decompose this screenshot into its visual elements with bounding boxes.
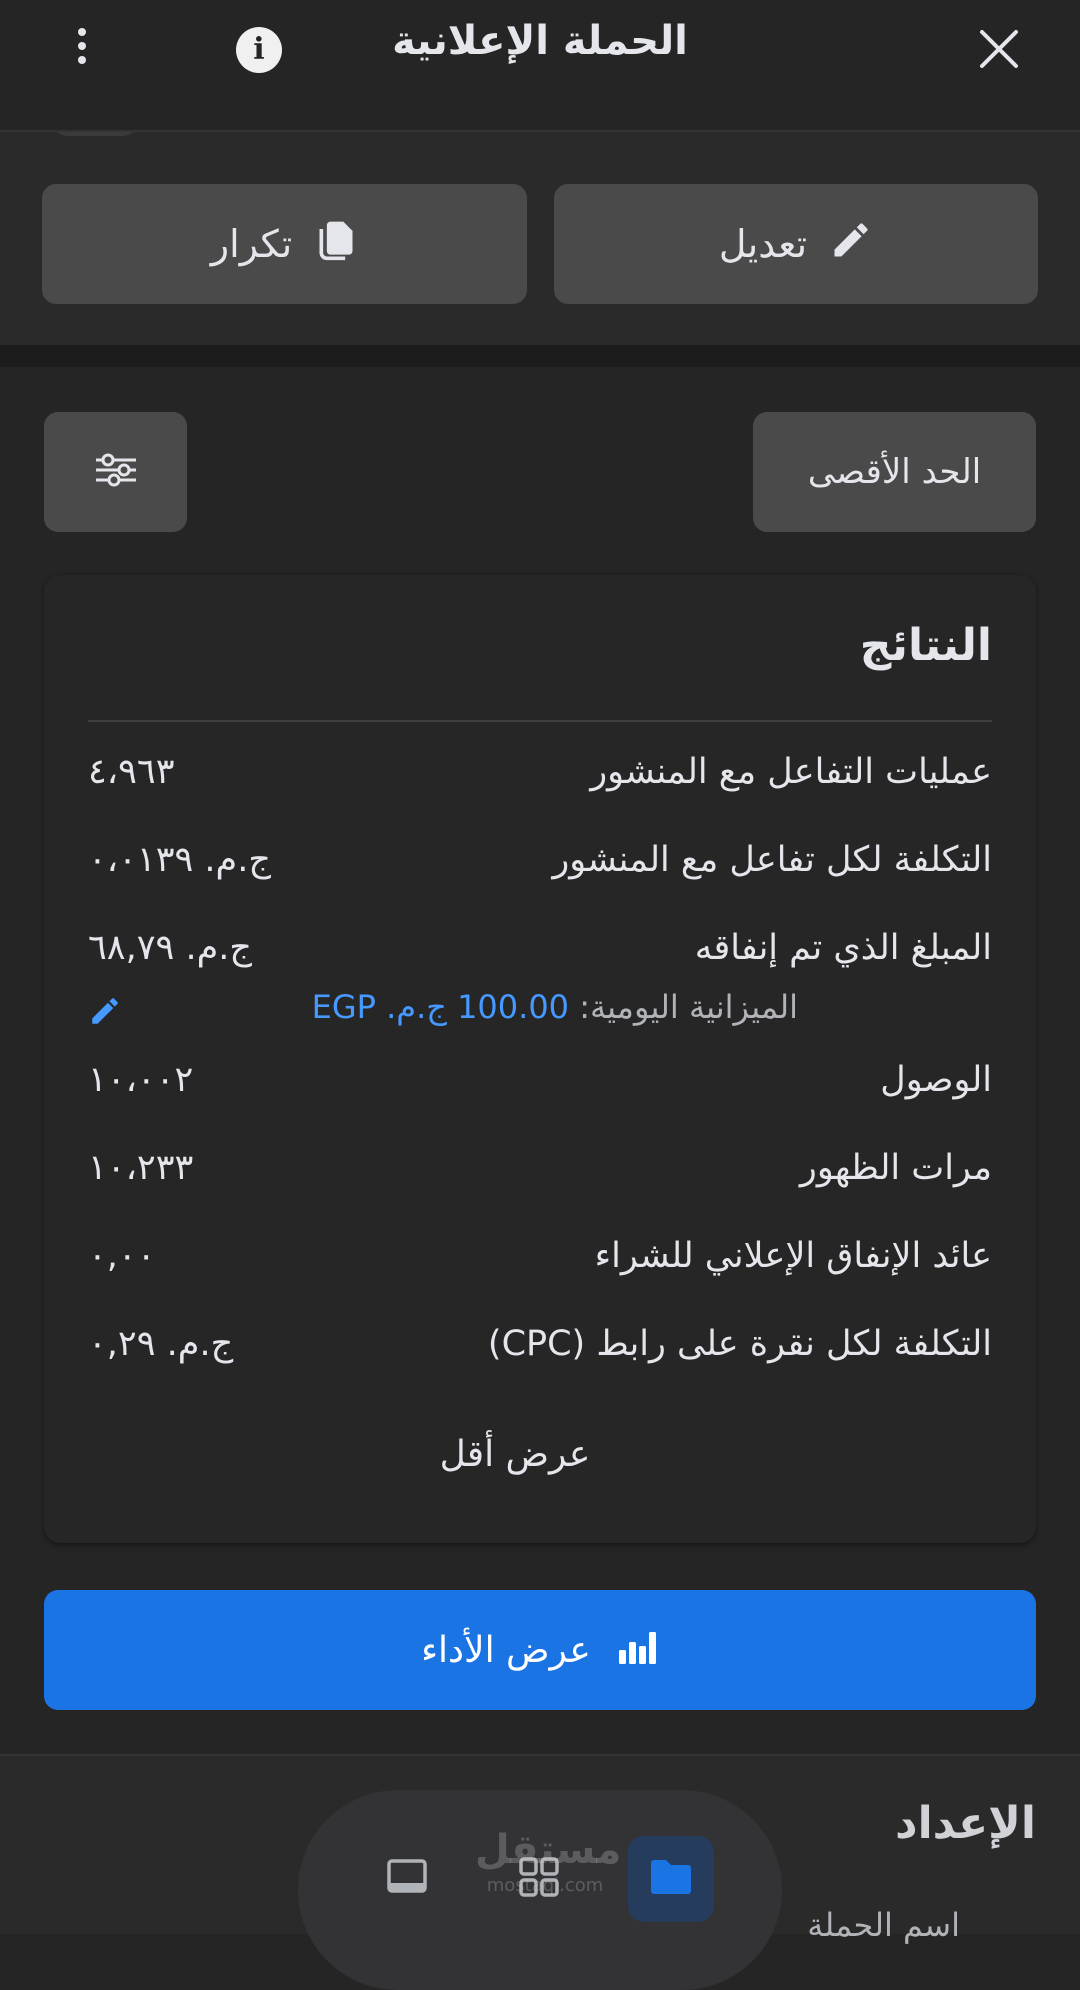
metric-label: الوصول — [880, 1060, 992, 1100]
metric-label: مرات الظهور — [799, 1148, 992, 1188]
daily-budget[interactable]: الميزانية اليومية: 100.00 ج.م. EGP — [312, 988, 798, 1026]
daily-budget-amount[interactable]: 100.00 ج.م. EGP — [312, 988, 569, 1026]
metric-value: ٤،٩٦٣ — [88, 752, 175, 792]
max-dropdown-button[interactable]: الحد الأقصى — [753, 412, 1036, 532]
metric-label: عائد الإنفاق الإعلاني للشراء — [594, 1236, 992, 1276]
nav-tab-tablet[interactable] — [364, 1836, 450, 1922]
metric-label: التكلفة لكل تفاعل مع المنشور — [552, 840, 992, 880]
duplicate-label: تكرار — [210, 222, 293, 266]
pencil-icon[interactable] — [88, 994, 122, 1028]
metric-value: ٠,٠٠ — [88, 1236, 156, 1276]
metric-value: ج.م. ٠،٠١٣٩ — [88, 840, 271, 880]
view-performance-button[interactable]: عرض الأداء — [44, 1590, 1036, 1710]
metric-label: عمليات التفاعل مع المنشور — [590, 752, 992, 792]
metric-value: ١٠،٢٣٣ — [88, 1148, 194, 1188]
nav-tab-folder[interactable] — [628, 1836, 714, 1922]
filter-button[interactable] — [44, 412, 187, 532]
folder-icon — [647, 1855, 695, 1903]
copy-icon — [314, 218, 358, 271]
view-performance-label: عرض الأداء — [421, 1629, 591, 1671]
close-icon[interactable] — [972, 22, 1026, 76]
page-title: الحملة الإعلانية — [392, 18, 688, 64]
pencil-icon — [829, 218, 873, 271]
more-vertical-icon[interactable] — [62, 22, 102, 76]
edit-label: تعديل — [718, 222, 808, 266]
section-divider — [0, 345, 1080, 367]
results-divider — [88, 720, 992, 722]
duplicate-button[interactable]: تكرار — [42, 184, 527, 304]
sliders-icon — [92, 450, 140, 494]
metric-label: التكلفة لكل نقرة على رابط (CPC) — [487, 1324, 992, 1364]
metric-value: ١٠،٠٠٢ — [88, 1060, 194, 1100]
daily-budget-label: الميزانية اليومية: — [579, 988, 798, 1026]
watermark-logo: مستقل mostaql.com — [475, 1830, 621, 1904]
tablet-icon — [385, 1855, 429, 1903]
watermark-text: مستقل — [475, 1827, 622, 1873]
setup-field-label: اسم الحملة — [807, 1906, 960, 1944]
metric-label: المبلغ الذي تم إنفاقه — [694, 928, 992, 968]
watermark-url: mostaql.com — [486, 1875, 604, 1896]
results-title: النتائج — [859, 620, 992, 671]
show-less-link[interactable]: عرض أقل — [380, 1434, 650, 1475]
setup-title: الإعداد — [895, 1798, 1036, 1849]
metric-value: ج.م. ٠,٢٩ — [88, 1324, 234, 1364]
edit-button[interactable]: تعديل — [554, 184, 1038, 304]
metric-value: ج.م. ٦٨,٧٩ — [88, 928, 252, 968]
info-icon[interactable]: i — [236, 27, 282, 73]
bar-chart-icon — [615, 1624, 659, 1677]
